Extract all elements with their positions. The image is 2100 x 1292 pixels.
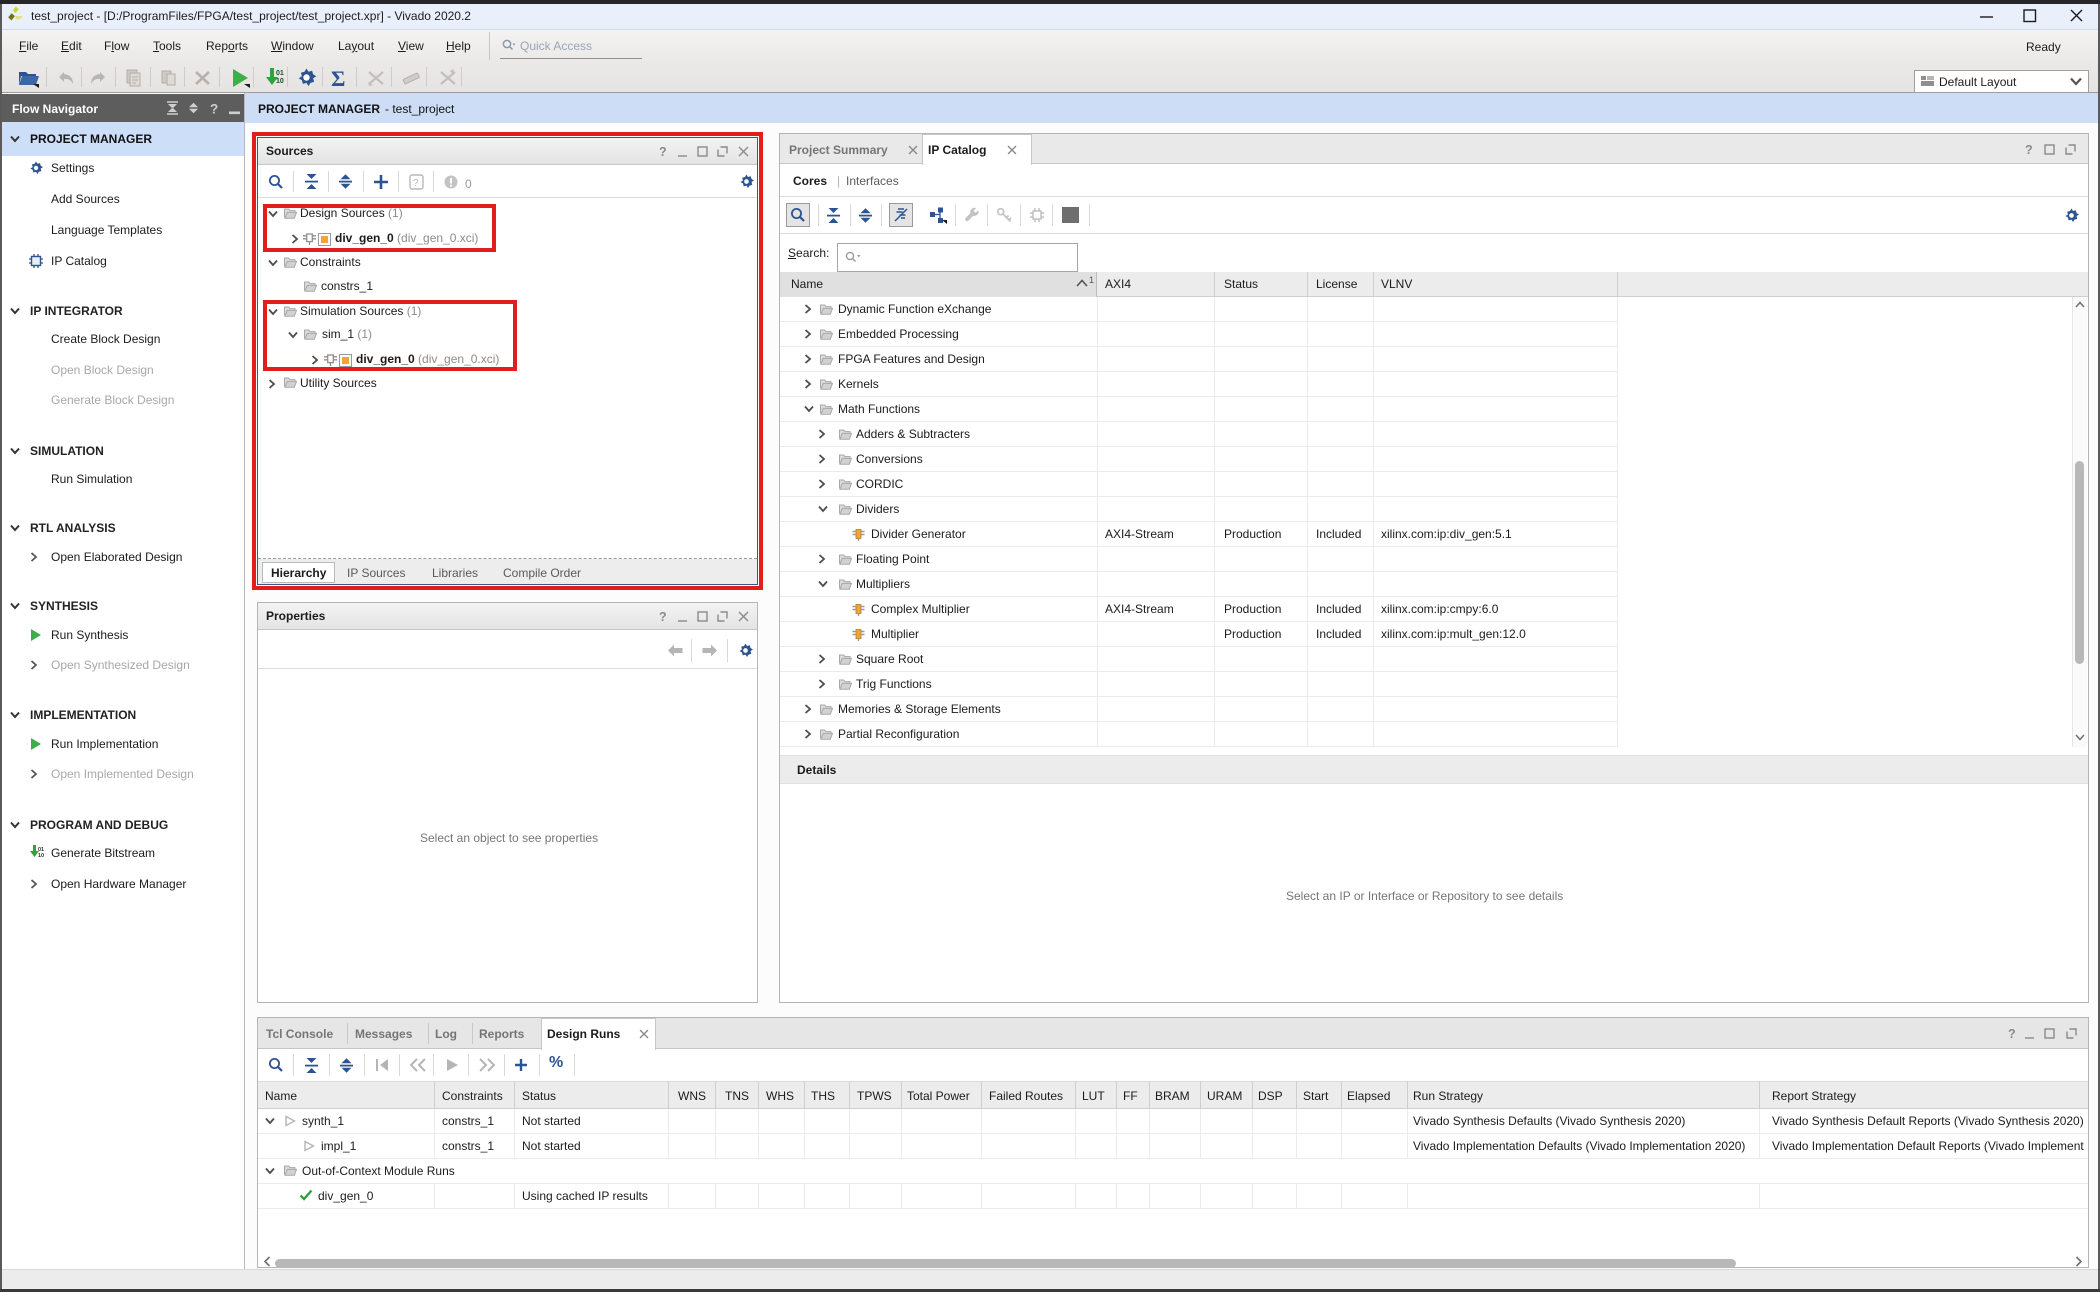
svg-text:?: ?	[659, 610, 667, 623]
svg-text:01: 01	[276, 70, 284, 77]
svg-text:?: ?	[2008, 1027, 2016, 1040]
svg-text:?: ?	[2025, 143, 2033, 156]
svg-text:?: ?	[210, 102, 218, 116]
svg-text:10: 10	[276, 78, 284, 85]
svg-text:10: 10	[38, 853, 44, 859]
